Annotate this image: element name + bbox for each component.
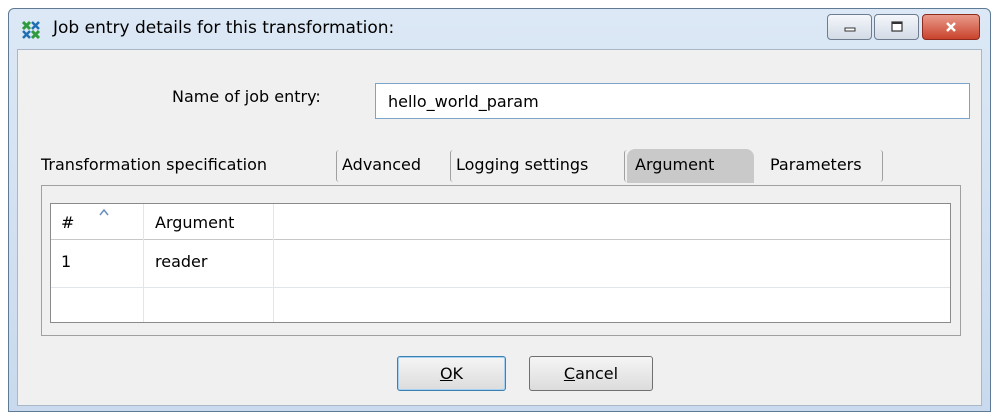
- cancel-mnemonic: C: [563, 364, 576, 383]
- column-header-argument[interactable]: Argument: [155, 213, 234, 232]
- table-header: # Argument: [51, 204, 950, 240]
- window-title: Job entry details for this transformatio…: [53, 18, 395, 38]
- ok-button[interactable]: OK: [397, 356, 506, 391]
- column-header-number[interactable]: #: [61, 213, 74, 232]
- arguments-table[interactable]: # Argument 1 reader: [50, 203, 951, 323]
- argument-cell[interactable]: reader: [155, 252, 207, 271]
- job-entry-name-label: Name of job entry:: [172, 87, 321, 106]
- tab-divider: [880, 150, 883, 182]
- ok-label: K: [452, 364, 464, 383]
- minimize-icon: [844, 27, 855, 32]
- row-number-cell[interactable]: 1: [61, 252, 71, 271]
- tab-advanced[interactable]: Advanced: [342, 149, 421, 183]
- table-row-empty[interactable]: [51, 288, 950, 322]
- job-entry-name-input[interactable]: [375, 83, 970, 119]
- dialog-content: Name of job entry: Transformation specif…: [17, 49, 982, 406]
- minimize-button[interactable]: [827, 14, 872, 40]
- sort-ascending-icon: [99, 208, 109, 216]
- ok-mnemonic: O: [439, 364, 453, 383]
- maximize-button[interactable]: [874, 14, 919, 40]
- close-button[interactable]: [922, 14, 980, 40]
- app-icon: [21, 20, 41, 40]
- cancel-label: ancel: [575, 364, 619, 383]
- tab-divider: [336, 150, 339, 182]
- tab-argument[interactable]: Argument: [627, 149, 754, 183]
- tab-parameters[interactable]: Parameters: [770, 149, 862, 183]
- tab-divider: [450, 150, 453, 182]
- maximize-icon: [890, 21, 903, 32]
- title-bar[interactable]: Job entry details for this transformatio…: [9, 9, 990, 49]
- tab-logging-settings[interactable]: Logging settings: [456, 149, 588, 183]
- cancel-button[interactable]: Cancel: [529, 356, 653, 391]
- close-icon: [946, 22, 956, 32]
- tab-transformation-specification[interactable]: Transformation specification: [41, 149, 267, 183]
- dialog-window: Job entry details for this transformatio…: [8, 8, 991, 412]
